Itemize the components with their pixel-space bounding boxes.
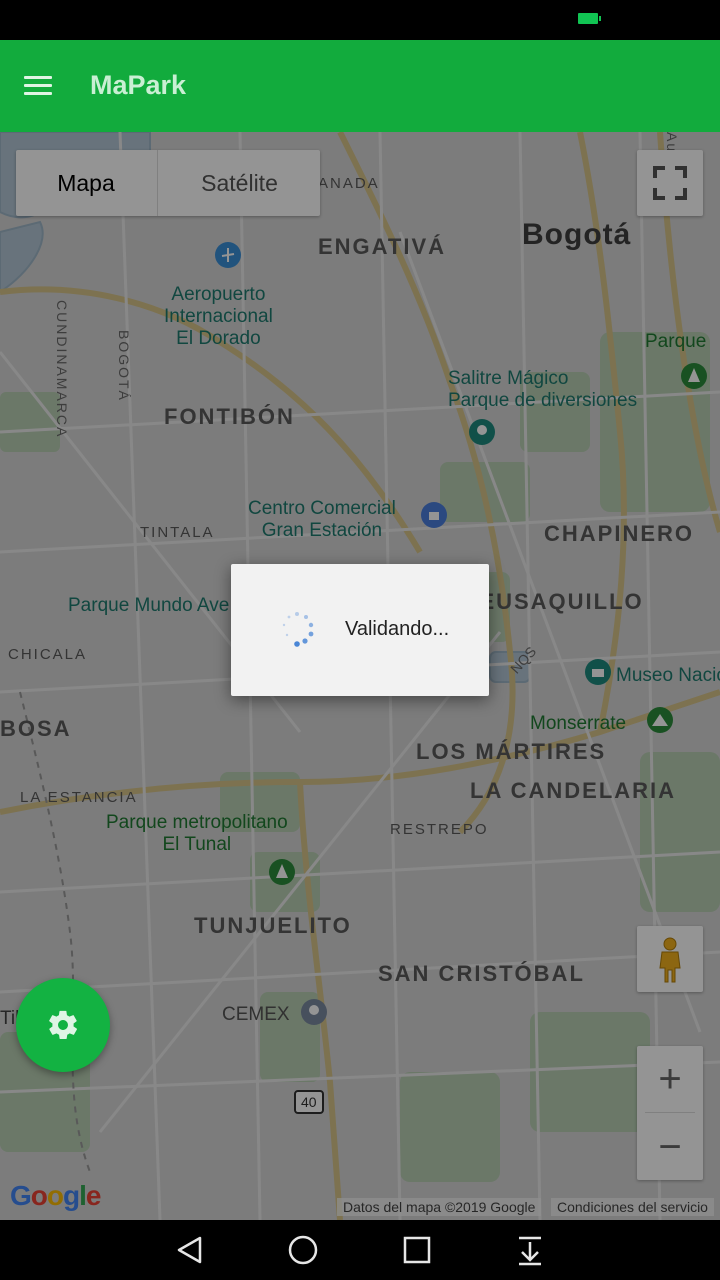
square-recent-icon[interactable] xyxy=(400,1234,434,1266)
hamburger-menu-icon[interactable] xyxy=(24,76,52,96)
loading-message: Validando... xyxy=(345,618,450,640)
app-bar: MaPark xyxy=(0,40,720,132)
system-nav-bar xyxy=(0,1220,720,1280)
triangle-back-icon[interactable] xyxy=(173,1234,207,1266)
gear-icon xyxy=(49,1010,77,1040)
status-bar xyxy=(0,0,720,40)
circle-home-icon[interactable] xyxy=(286,1234,320,1266)
loading-spinner-icon xyxy=(282,612,314,647)
pull-down-icon[interactable] xyxy=(513,1234,547,1266)
app-title: MaPark xyxy=(90,70,187,100)
loading-dialog: Validando... xyxy=(231,564,489,696)
settings-fab-button[interactable] xyxy=(16,978,110,1072)
battery-icon xyxy=(578,13,601,24)
